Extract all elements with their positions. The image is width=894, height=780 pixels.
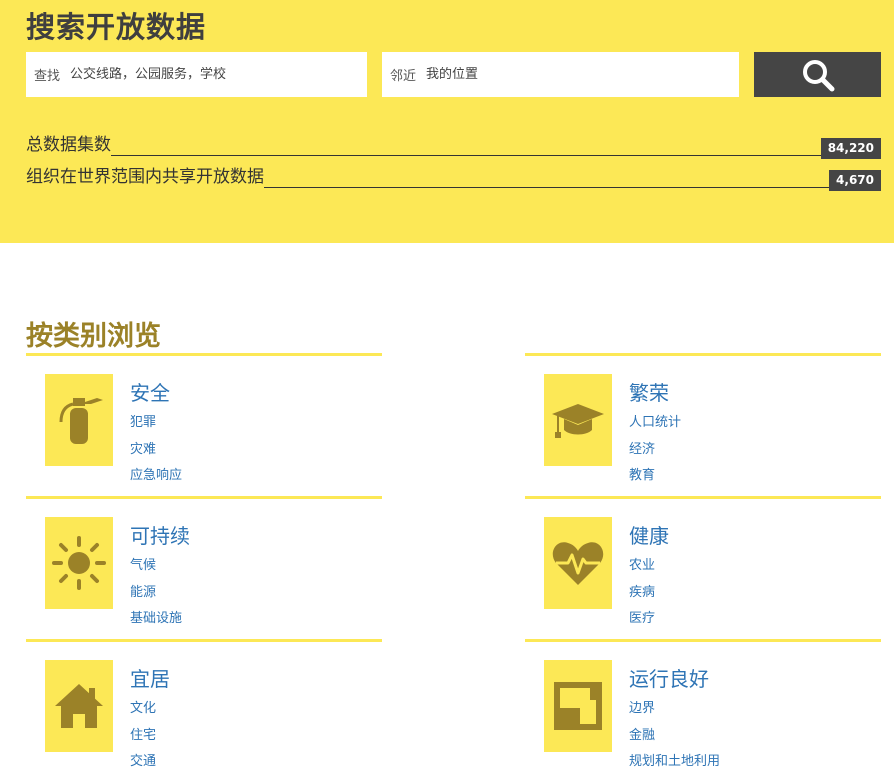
category-sustainability: 可持续 气候 能源 基础设施 — [26, 496, 382, 629]
category-link[interactable]: 能源 — [130, 581, 156, 600]
stat-total-datasets: 总数据集数 84,220 — [26, 133, 881, 159]
floor-plan-icon — [554, 682, 602, 730]
near-label: 邻近 — [390, 69, 417, 84]
graduation-cap-icon — [552, 404, 604, 438]
category-tile[interactable] — [45, 660, 113, 752]
category-link[interactable]: 应急响应 — [130, 464, 182, 483]
stat-label: 组织在世界范围内共享开放数据 — [26, 165, 264, 189]
hero-title: 搜索开放数据 — [26, 10, 207, 44]
category-tile[interactable] — [544, 517, 612, 609]
stat-organizations: 组织在世界范围内共享开放数据 4,670 — [26, 165, 881, 191]
category-tile[interactable] — [544, 660, 612, 752]
category-title[interactable]: 宜居 — [130, 663, 170, 692]
category-tile[interactable] — [45, 374, 113, 466]
category-link[interactable]: 住宅 — [130, 724, 156, 743]
category-tile[interactable] — [544, 374, 612, 466]
stat-label: 总数据集数 — [26, 133, 111, 157]
category-health: 健康 农业 疾病 医疗 — [525, 496, 881, 629]
category-livability: 宜居 文化 住宅 交通 — [26, 639, 382, 772]
stat-divider — [26, 155, 881, 156]
category-link[interactable]: 人口统计 — [629, 411, 681, 430]
heartbeat-icon — [552, 542, 604, 585]
category-title[interactable]: 安全 — [130, 377, 170, 406]
stat-value-badge: 84,220 — [820, 138, 881, 159]
category-link[interactable]: 文化 — [130, 697, 156, 716]
category-link[interactable]: 教育 — [629, 464, 655, 483]
house-icon — [55, 684, 103, 728]
category-link[interactable]: 边界 — [629, 697, 655, 716]
category-link[interactable]: 灾难 — [130, 438, 156, 457]
query-label: 查找 — [34, 69, 61, 84]
category-link[interactable]: 基础设施 — [130, 607, 182, 626]
category-title[interactable]: 繁荣 — [629, 377, 669, 406]
fire-extinguisher-icon — [59, 398, 103, 444]
sun-icon — [52, 536, 106, 590]
query-input[interactable] — [70, 67, 367, 82]
category-tile[interactable] — [45, 517, 113, 609]
query-field[interactable]: 查找 — [26, 52, 367, 97]
category-title[interactable]: 运行良好 — [629, 663, 709, 692]
search-button[interactable] — [754, 52, 881, 97]
stat-value-badge: 4,670 — [829, 170, 881, 191]
category-link[interactable]: 疾病 — [629, 581, 655, 600]
category-link[interactable]: 农业 — [629, 554, 655, 573]
near-field[interactable]: 邻近 — [382, 52, 739, 97]
category-title[interactable]: 可持续 — [130, 520, 190, 549]
category-well-run: 运行良好 边界 金融 规划和土地利用 — [525, 639, 881, 772]
search-hero: 搜索开放数据 查找 邻近 总数据集数 84,220 组织在世界范围内共享开放数据… — [0, 0, 894, 243]
category-link[interactable]: 金融 — [629, 724, 655, 743]
search-icon — [802, 59, 834, 91]
category-title[interactable]: 健康 — [629, 520, 669, 549]
category-link[interactable]: 医疗 — [629, 607, 655, 626]
category-prosperity: 繁荣 人口统计 经济 教育 — [525, 353, 881, 486]
category-link[interactable]: 规划和土地利用 — [629, 750, 720, 769]
category-link[interactable]: 气候 — [130, 554, 156, 573]
category-link[interactable]: 经济 — [629, 438, 655, 457]
near-input[interactable] — [426, 67, 739, 82]
browse-title: 按类别浏览 — [26, 321, 161, 352]
category-link[interactable]: 犯罪 — [130, 411, 156, 430]
category-safety: 安全 犯罪 灾难 应急响应 — [26, 353, 382, 486]
category-link[interactable]: 交通 — [130, 750, 156, 769]
